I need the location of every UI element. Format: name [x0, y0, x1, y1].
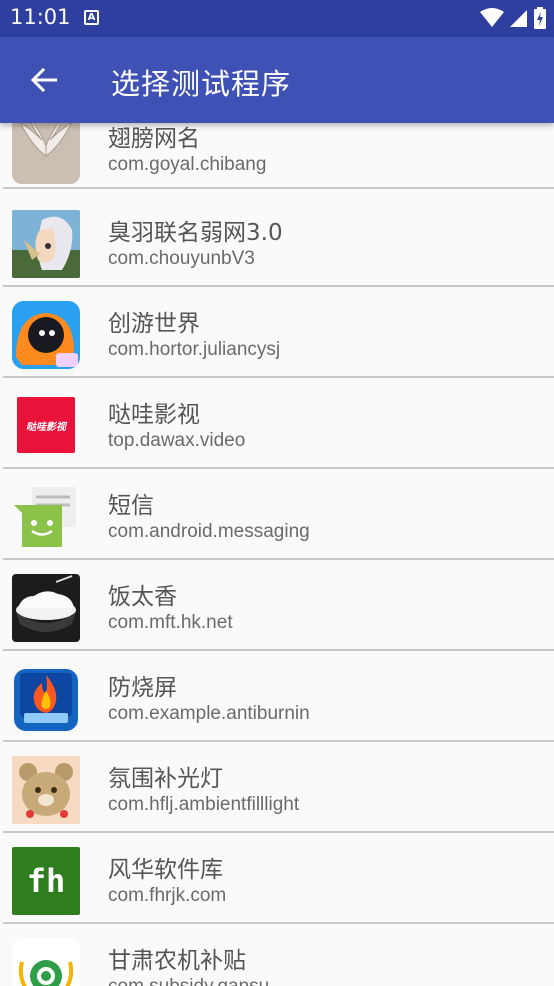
list-item[interactable]: 哒哇影视 哒哇影视 top.dawax.video: [3, 379, 554, 469]
app-name: 创游世界: [108, 311, 200, 337]
app-name: 短信: [108, 493, 154, 519]
list-item[interactable]: 创游世界 com.hortor.juliancysj: [3, 288, 554, 378]
app-name: 甘肃农机补贴: [108, 948, 246, 974]
app-package: com.example.antiburnin: [108, 703, 310, 724]
page-title: 选择测试程序: [111, 67, 292, 101]
list-item[interactable]: 饭太香 com.mft.hk.net: [3, 561, 554, 651]
flame-screen-icon: [12, 665, 80, 733]
wifi-icon: [480, 8, 504, 27]
app-name: 哒哇影视: [108, 402, 200, 428]
list-item[interactable]: 甘肃农机补贴 com.subsidy.gansu: [3, 925, 554, 986]
status-time: 11:01: [10, 5, 71, 29]
wings-icon: [12, 116, 80, 184]
status-icons: [480, 6, 546, 30]
app-package: com.chouyunbV3: [108, 248, 255, 269]
list-item[interactable]: 臭羽联名弱网3.0 com.chouyunbV3: [3, 197, 554, 287]
back-button[interactable]: [22, 58, 66, 102]
tractor-badge-icon: [12, 938, 80, 986]
app-package: com.android.messaging: [108, 521, 310, 542]
video-logo-icon: 哒哇影视: [12, 392, 80, 460]
list-item[interactable]: fh 风华软件库 com.fhrjk.com: [3, 834, 554, 924]
anime-avatar-icon: [12, 210, 80, 278]
app-name: 饭太香: [108, 584, 177, 610]
app-name: 翅膀网名: [108, 126, 200, 152]
app-package: com.goyal.chibang: [108, 154, 267, 175]
list-item[interactable]: 短信 com.android.messaging: [3, 470, 554, 560]
app-package: com.fhrjk.com: [108, 885, 227, 906]
app-package: com.subsidy.gansu: [108, 976, 269, 986]
app-list[interactable]: 翅膀网名 com.goyal.chibang 臭羽联名弱网3.0 com.cho…: [3, 106, 554, 986]
arrow-left-icon: [31, 68, 57, 92]
list-item[interactable]: 防烧屏 com.example.antiburnin: [3, 652, 554, 742]
messaging-icon: [12, 483, 80, 551]
rice-bowl-icon: [12, 574, 80, 642]
signal-icon: [510, 10, 527, 27]
fh-logo-text: fh: [26, 862, 66, 900]
app-package: com.mft.hk.net: [108, 612, 233, 633]
notification-icon: A: [84, 10, 99, 25]
app-name: 氛围补光灯: [108, 766, 223, 792]
app-package: com.hflj.ambientfilllight: [108, 794, 300, 815]
app-bar: 选择测试程序: [0, 37, 554, 123]
battery-charging-icon: [534, 7, 546, 29]
list-item[interactable]: 氛围补光灯 com.hflj.ambientfilllight: [3, 743, 554, 833]
app-package: top.dawax.video: [108, 430, 246, 451]
status-bar: 11:01 A: [0, 0, 554, 37]
fh-logo-icon: fh: [12, 847, 80, 915]
app-name: 风华软件库: [108, 857, 223, 883]
game-character-icon: [12, 301, 80, 369]
app-package: com.hortor.juliancysj: [108, 339, 281, 360]
app-name: 防烧屏: [108, 675, 177, 701]
bear-icon: [12, 756, 80, 824]
app-name: 臭羽联名弱网3.0: [108, 220, 283, 246]
video-logo-text: 哒哇影视: [26, 421, 66, 433]
